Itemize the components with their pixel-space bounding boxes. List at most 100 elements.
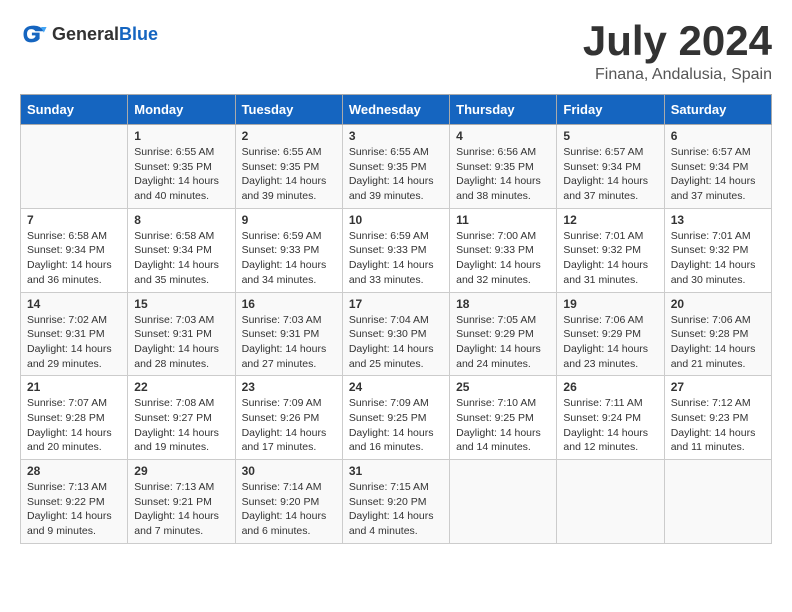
daylight-text: Daylight: 14 hours and 39 minutes. bbox=[349, 175, 434, 202]
day-number: 19 bbox=[563, 297, 657, 311]
sunset-text: Sunset: 9:28 PM bbox=[671, 328, 749, 340]
calendar-cell: 15Sunrise: 7:03 AMSunset: 9:31 PMDayligh… bbox=[128, 292, 235, 376]
day-number: 26 bbox=[563, 380, 657, 394]
sunset-text: Sunset: 9:20 PM bbox=[242, 496, 320, 508]
day-number: 7 bbox=[27, 213, 121, 227]
month-year-title: July 2024 bbox=[583, 20, 772, 62]
sunrise-text: Sunrise: 7:11 AM bbox=[563, 397, 642, 409]
daylight-text: Daylight: 14 hours and 11 minutes. bbox=[671, 427, 756, 454]
cell-content: Sunrise: 6:59 AM Sunset: 9:33 PM Daylight:… bbox=[242, 229, 336, 288]
calendar-header-row: SundayMondayTuesdayWednesdayThursdayFrid… bbox=[21, 95, 772, 125]
cell-content: Sunrise: 7:06 AMSunset: 9:28 PMDaylight:… bbox=[671, 313, 765, 372]
cell-content: Sunrise: 6:57 AMSunset: 9:34 PMDaylight:… bbox=[563, 145, 657, 204]
calendar-week-row: 14Sunrise: 7:02 AMSunset: 9:31 PMDayligh… bbox=[21, 292, 772, 376]
header-sunday: Sunday bbox=[21, 95, 128, 125]
calendar-week-row: 1Sunrise: 6:55 AMSunset: 9:35 PMDaylight… bbox=[21, 125, 772, 209]
day-number: 4 bbox=[456, 129, 550, 143]
sunset-text: Sunset: 9:33 PM bbox=[242, 244, 320, 256]
daylight-text: Daylight: 14 hours and 20 minutes. bbox=[27, 427, 112, 454]
daylight-text: Daylight: 14 hours and 6 minutes. bbox=[242, 510, 327, 537]
day-number: 9 bbox=[242, 213, 336, 227]
calendar-cell bbox=[664, 460, 771, 544]
calendar-table: SundayMondayTuesdayWednesdayThursdayFrid… bbox=[20, 94, 772, 544]
sunrise-text: Sunrise: 7:00 AM bbox=[456, 230, 536, 242]
sunset-text: Sunset: 9:35 PM bbox=[349, 161, 427, 173]
calendar-cell: 20Sunrise: 7:06 AMSunset: 9:28 PMDayligh… bbox=[664, 292, 771, 376]
sunset-text: Sunset: 9:31 PM bbox=[27, 328, 105, 340]
cell-content: Sunrise: 7:15 AMSunset: 9:20 PMDaylight:… bbox=[349, 480, 443, 539]
sunset-text: Sunset: 9:27 PM bbox=[134, 412, 212, 424]
calendar-week-row: 21Sunrise: 7:07 AMSunset: 9:28 PMDayligh… bbox=[21, 376, 772, 460]
sunset-text: Sunset: 9:33 PM bbox=[349, 244, 427, 256]
calendar-cell: 25Sunrise: 7:10 AMSunset: 9:25 PMDayligh… bbox=[450, 376, 557, 460]
daylight-text: Daylight: 14 hours and 29 minutes. bbox=[27, 343, 112, 370]
cell-content: Sunrise: 7:05 AMSunset: 9:29 PMDaylight:… bbox=[456, 313, 550, 372]
calendar-cell: 22Sunrise: 7:08 AMSunset: 9:27 PMDayligh… bbox=[128, 376, 235, 460]
sunrise-text: Sunrise: 6:57 AM bbox=[563, 146, 643, 158]
calendar-cell: 11Sunrise: 7:00 AMSunset: 9:33 PMDayligh… bbox=[450, 208, 557, 292]
cell-content: Sunrise: 7:09 AMSunset: 9:25 PMDaylight:… bbox=[349, 396, 443, 455]
sunset-text: Sunset: 9:25 PM bbox=[349, 412, 427, 424]
daylight-text: Daylight: 14 hours and 28 minutes. bbox=[134, 343, 219, 370]
cell-content: Sunrise: 7:13 AMSunset: 9:21 PMDaylight:… bbox=[134, 480, 228, 539]
sunset-text: Sunset: 9:33 PM bbox=[456, 244, 534, 256]
daylight-text: Daylight: 14 hours and 12 minutes. bbox=[563, 427, 648, 454]
sunset-text: Sunset: 9:35 PM bbox=[242, 161, 320, 173]
sunrise-text: Sunrise: 7:02 AM bbox=[27, 314, 107, 326]
calendar-cell: 9 Sunrise: 6:59 AM Sunset: 9:33 PM Daylight… bbox=[235, 208, 342, 292]
day-number: 10 bbox=[349, 213, 443, 227]
day-number: 28 bbox=[27, 464, 121, 478]
cell-content: Sunrise: 7:10 AMSunset: 9:25 PMDaylight:… bbox=[456, 396, 550, 455]
calendar-cell: 28Sunrise: 7:13 AMSunset: 9:22 PMDayligh… bbox=[21, 460, 128, 544]
daylight-text: Daylight: 14 hours and 36 minutes. bbox=[27, 259, 112, 286]
daylight-text: Daylight: 14 hours and 17 minutes. bbox=[242, 427, 327, 454]
day-number: 20 bbox=[671, 297, 765, 311]
daylight-text: Daylight: 14 hours and 31 minutes. bbox=[563, 259, 648, 286]
day-number: 29 bbox=[134, 464, 228, 478]
header-thursday: Thursday bbox=[450, 95, 557, 125]
sunset-text: Sunset: 9:32 PM bbox=[563, 244, 641, 256]
calendar-cell: 5Sunrise: 6:57 AMSunset: 9:34 PMDaylight… bbox=[557, 125, 664, 209]
sunset-text: Sunset: 9:23 PM bbox=[671, 412, 749, 424]
day-number: 24 bbox=[349, 380, 443, 394]
calendar-cell bbox=[450, 460, 557, 544]
daylight-text: Daylight: 14 hours and 23 minutes. bbox=[563, 343, 648, 370]
sunrise-text: Sunrise: 7:03 AM bbox=[242, 314, 322, 326]
cell-content: Sunrise: 7:11 AMSunset: 9:24 PMDaylight:… bbox=[563, 396, 657, 455]
cell-content: Sunrise: 7:01 AM Sunset: 9:32 PM Daylight:… bbox=[563, 229, 657, 288]
cell-content: Sunrise: 6:58 AMSunset: 9:34 PMDaylight:… bbox=[27, 229, 121, 288]
calendar-cell: 4Sunrise: 6:56 AMSunset: 9:35 PMDaylight… bbox=[450, 125, 557, 209]
header-tuesday: Tuesday bbox=[235, 95, 342, 125]
cell-content: Sunrise: 6:55 AMSunset: 9:35 PMDaylight:… bbox=[349, 145, 443, 204]
sunrise-text: Sunrise: 7:12 AM bbox=[671, 397, 751, 409]
day-number: 1 bbox=[134, 129, 228, 143]
sunrise-text: Sunrise: 6:56 AM bbox=[456, 146, 536, 158]
day-number: 15 bbox=[134, 297, 228, 311]
calendar-cell: 8Sunrise: 6:58 AMSunset: 9:34 PMDaylight… bbox=[128, 208, 235, 292]
daylight-text: Daylight: 14 hours and 7 minutes. bbox=[134, 510, 219, 537]
sunset-text: Sunset: 9:31 PM bbox=[134, 328, 212, 340]
day-number: 12 bbox=[563, 213, 657, 227]
sunrise-text: Sunrise: 7:06 AM bbox=[671, 314, 751, 326]
daylight-text: Daylight: 14 hours and 34 minutes. bbox=[242, 259, 327, 286]
sunrise-text: Sunrise: 6:55 AM bbox=[134, 146, 214, 158]
sunrise-text: Sunrise: 7:14 AM bbox=[242, 481, 322, 493]
sunrise-text: Sunrise: 7:13 AM bbox=[27, 481, 107, 493]
location-subtitle: Finana, Andalusia, Spain bbox=[583, 66, 772, 84]
sunrise-text: Sunrise: 7:01 AM bbox=[563, 230, 643, 242]
cell-content: Sunrise: 6:55 AMSunset: 9:35 PMDaylight:… bbox=[242, 145, 336, 204]
daylight-text: Daylight: 14 hours and 27 minutes. bbox=[242, 343, 327, 370]
calendar-week-row: 28Sunrise: 7:13 AMSunset: 9:22 PMDayligh… bbox=[21, 460, 772, 544]
cell-content: Sunrise: 6:55 AMSunset: 9:35 PMDaylight:… bbox=[134, 145, 228, 204]
cell-content: Sunrise: 7:06 AMSunset: 9:29 PMDaylight:… bbox=[563, 313, 657, 372]
sunset-text: Sunset: 9:32 PM bbox=[671, 244, 749, 256]
sunset-text: Sunset: 9:29 PM bbox=[563, 328, 641, 340]
cell-content: Sunrise: 7:01 AMSunset: 9:32 PMDaylight:… bbox=[671, 229, 765, 288]
sunset-text: Sunset: 9:26 PM bbox=[242, 412, 320, 424]
sunrise-text: Sunrise: 6:59 AM bbox=[242, 230, 322, 242]
daylight-text: Daylight: 14 hours and 37 minutes. bbox=[563, 175, 648, 202]
daylight-text: Daylight: 14 hours and 40 minutes. bbox=[134, 175, 219, 202]
calendar-cell: 14Sunrise: 7:02 AMSunset: 9:31 PMDayligh… bbox=[21, 292, 128, 376]
sunrise-text: Sunrise: 6:58 AM bbox=[27, 230, 107, 242]
calendar-cell: 16Sunrise: 7:03 AMSunset: 9:31 PMDayligh… bbox=[235, 292, 342, 376]
